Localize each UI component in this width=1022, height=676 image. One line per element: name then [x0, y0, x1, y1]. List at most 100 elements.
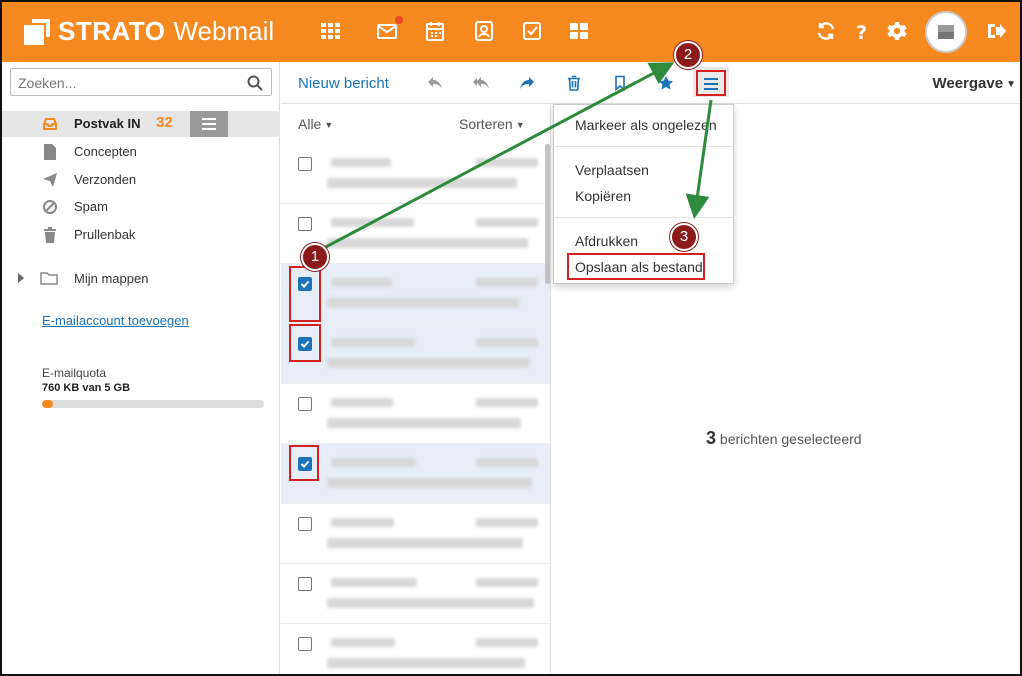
- annotation-badge-1: 1: [301, 243, 329, 271]
- caret-right-icon[interactable]: [16, 272, 26, 284]
- contacts-icon[interactable]: [473, 20, 495, 42]
- reply-all-icon[interactable]: [473, 75, 489, 91]
- selected-text: berichten geselecteerd: [719, 431, 862, 447]
- filter-dropdown[interactable]: Alle ▼: [298, 116, 333, 132]
- menu-item-move[interactable]: Verplaatsen: [575, 162, 649, 178]
- dashboard-icon[interactable]: [568, 20, 590, 42]
- message-checkbox[interactable]: [298, 397, 312, 411]
- sidebar-item-drafts[interactable]: Concepten: [2, 139, 280, 165]
- sidebar-item-trash[interactable]: Prullenbak: [2, 222, 280, 248]
- redacted-subject: [327, 298, 519, 308]
- redacted-sender: [331, 638, 395, 647]
- message-row[interactable]: [281, 444, 550, 504]
- message-checkbox[interactable]: [298, 517, 312, 531]
- avatar[interactable]: [925, 11, 967, 53]
- message-checkbox[interactable]: [298, 217, 312, 231]
- caret-down-icon: ▼: [324, 120, 334, 131]
- sidebar: Postvak IN 32 Concepten Verzonden Spam: [2, 62, 280, 674]
- ban-icon: [42, 199, 58, 215]
- highlight-frame-checkbox: [289, 324, 321, 362]
- selection-summary: 3 berichten geselecteerd: [706, 428, 862, 449]
- menu-item-print[interactable]: Afdrukken: [575, 233, 638, 249]
- apps-grid-icon[interactable]: [319, 20, 341, 42]
- more-actions-button[interactable]: [696, 70, 726, 96]
- message-row[interactable]: [281, 324, 550, 384]
- add-account-link[interactable]: E-mailaccount toevoegen: [42, 313, 189, 328]
- redacted-subject: [327, 418, 521, 428]
- quota-fill: [42, 400, 54, 408]
- quota-label: E-mailquota: [42, 366, 107, 380]
- menu-divider: [554, 217, 733, 218]
- sidebar-item-sent[interactable]: Verzonden: [2, 167, 280, 193]
- redacted-date: [476, 578, 538, 587]
- list-scrollbar[interactable]: [545, 144, 550, 284]
- settings-icon[interactable]: [886, 20, 908, 42]
- sidebar-item-label: Mijn mappen: [74, 271, 149, 286]
- redacted-subject: [327, 658, 525, 668]
- new-message-button[interactable]: Nieuw bericht: [298, 75, 389, 92]
- sidebar-item-spam[interactable]: Spam: [2, 194, 280, 220]
- redacted-sender: [331, 578, 417, 587]
- sidebar-item-my-folders[interactable]: Mijn mappen: [2, 268, 280, 288]
- redacted-date: [476, 278, 538, 287]
- inbox-icon: [42, 116, 58, 132]
- redacted-date: [476, 398, 538, 407]
- search-input[interactable]: [18, 73, 238, 93]
- refresh-icon[interactable]: [815, 20, 837, 42]
- bookmark-icon[interactable]: [612, 75, 628, 91]
- message-checkbox[interactable]: [298, 577, 312, 591]
- redacted-subject: [327, 178, 517, 188]
- message-row[interactable]: [281, 564, 550, 624]
- search-box: [10, 68, 272, 96]
- inbox-menu-button[interactable]: [190, 111, 228, 137]
- annotation-badge-2: 2: [674, 41, 702, 69]
- message-checkbox[interactable]: [298, 637, 312, 651]
- redacted-date: [476, 518, 538, 527]
- document-icon: [42, 144, 58, 160]
- tasks-icon[interactable]: [521, 20, 543, 42]
- message-list: Alle ▼ Sorteren ▼: [281, 104, 551, 674]
- sort-dropdown[interactable]: Sorteren ▼: [459, 116, 525, 132]
- highlight-frame-checkbox: [289, 445, 319, 481]
- top-bar: STRATO Webmail ?: [2, 2, 1020, 62]
- trash-icon: [42, 227, 58, 243]
- redacted-date: [476, 218, 538, 227]
- toolbar: Nieuw bericht Weergave ▼: [281, 62, 1020, 104]
- sidebar-item-inbox[interactable]: Postvak IN 32: [2, 111, 280, 137]
- reply-icon[interactable]: [427, 75, 443, 91]
- redacted-sender: [331, 158, 391, 167]
- message-row[interactable]: [281, 624, 550, 674]
- product-name: Webmail: [173, 16, 275, 46]
- star-icon[interactable]: [658, 75, 674, 91]
- menu-item-copy[interactable]: Kopiëren: [575, 188, 631, 204]
- sidebar-item-label: Postvak IN: [74, 116, 141, 131]
- logout-icon[interactable]: [985, 20, 1007, 42]
- trash-icon[interactable]: [566, 75, 582, 91]
- strato-logo-icon: [24, 18, 50, 45]
- redacted-sender: [331, 218, 414, 227]
- brand-name: STRATO: [58, 16, 166, 46]
- strato-logo[interactable]: STRATO Webmail: [24, 16, 274, 47]
- quota-value: 760 KB van 5 GB: [42, 382, 131, 394]
- caret-down-icon: ▼: [1006, 78, 1016, 90]
- redacted-sender: [331, 458, 416, 467]
- sidebar-item-label: Prullenbak: [74, 227, 136, 242]
- mail-icon[interactable]: [376, 20, 398, 42]
- redacted-subject: [327, 538, 523, 548]
- forward-icon[interactable]: [519, 75, 535, 91]
- view-dropdown[interactable]: Weergave ▼: [932, 75, 1016, 92]
- redacted-subject: [327, 478, 532, 488]
- view-label: Weergave: [932, 75, 1004, 92]
- sidebar-item-label: Spam: [74, 199, 108, 214]
- message-row[interactable]: [281, 144, 550, 204]
- help-icon[interactable]: ?: [851, 20, 873, 42]
- redacted-sender: [331, 518, 394, 527]
- message-checkbox[interactable]: [298, 157, 312, 171]
- message-row[interactable]: [281, 264, 550, 324]
- calendar-icon[interactable]: [424, 20, 446, 42]
- search-icon[interactable]: [247, 75, 263, 91]
- menu-item-mark-unread[interactable]: Markeer als ongelezen: [575, 117, 717, 133]
- menu-divider: [554, 146, 733, 147]
- message-row[interactable]: [281, 504, 550, 564]
- message-row[interactable]: [281, 384, 550, 444]
